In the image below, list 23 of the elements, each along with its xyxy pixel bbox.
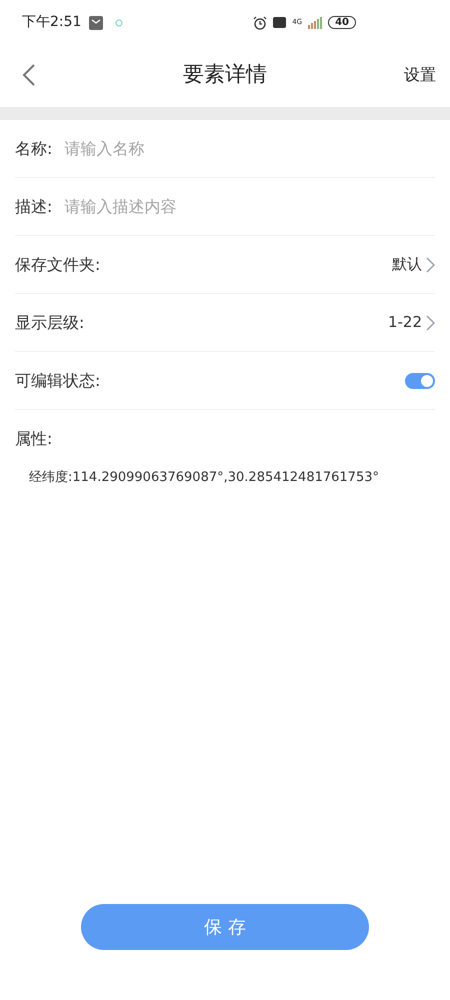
status-time: 下午2:51	[22, 13, 82, 32]
chevron-right-icon	[426, 314, 435, 330]
field-label: 名称:	[15, 138, 52, 160]
sync-icon	[115, 18, 124, 26]
battery-indicator: 40	[328, 16, 356, 29]
settings-link[interactable]: 设置	[404, 63, 436, 87]
alarm-icon	[253, 16, 268, 30]
field-label: 显示层级:	[15, 312, 84, 334]
page-title: 要素详情	[183, 61, 267, 88]
section-label: 属性:	[15, 428, 52, 450]
attribute-text: 经纬度:114.29099063769087°,30.285412481761753°	[28, 469, 380, 487]
select-value[interactable]: 默认	[392, 253, 435, 276]
select-value[interactable]: 1-22	[388, 311, 435, 334]
field-label: 可编辑状态:	[15, 370, 100, 392]
text-field[interactable]: 请输入描述内容	[64, 194, 435, 218]
text-field[interactable]: 请输入名称	[64, 136, 435, 160]
chevron-right-icon	[426, 256, 435, 272]
signal-icon	[308, 16, 322, 28]
field-label: 保存文件夹:	[15, 254, 100, 276]
back-icon[interactable]	[22, 63, 36, 87]
toggle-switch[interactable]	[405, 372, 435, 388]
notification-icon	[89, 16, 104, 30]
field-label: 描述:	[15, 196, 52, 218]
